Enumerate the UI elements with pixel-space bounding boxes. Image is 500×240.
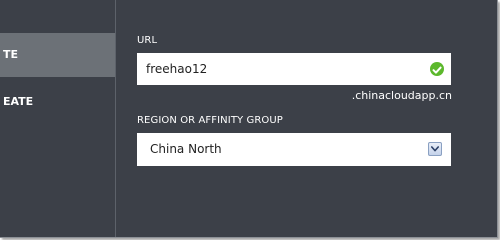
dialog-frame: TE EATE URL .chinacloudapp.cn REGION OR …	[0, 0, 498, 238]
url-field-container	[137, 53, 451, 85]
sidebar-item-label: EATE	[3, 95, 34, 108]
sidebar-item-label: TE	[3, 48, 19, 61]
chevron-down-icon[interactable]	[428, 142, 442, 156]
url-input[interactable]	[137, 53, 426, 85]
check-circle-icon	[430, 62, 444, 76]
region-select[interactable]: China North	[137, 133, 451, 166]
sidebar: TE EATE	[0, 0, 116, 237]
url-suffix: .chinacloudapp.cn	[351, 89, 452, 102]
url-label: URL	[137, 35, 158, 46]
sidebar-item-custom-create[interactable]: EATE	[0, 80, 115, 124]
sidebar-item-quick-create[interactable]: TE	[0, 33, 115, 77]
region-label: REGION OR AFFINITY GROUP	[137, 115, 283, 126]
region-selected-value: China North	[150, 142, 222, 156]
